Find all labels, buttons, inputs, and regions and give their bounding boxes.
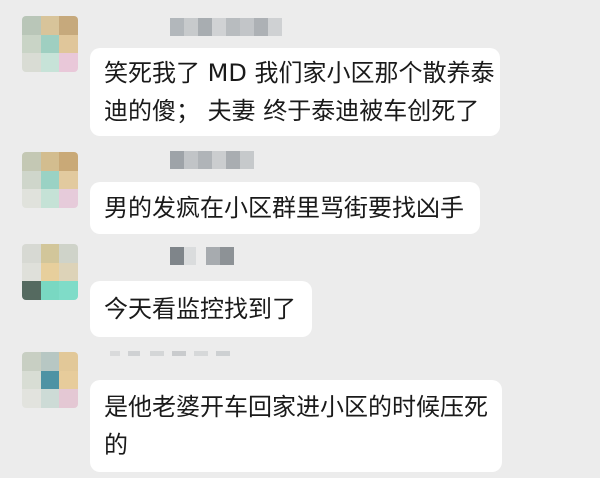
message-text: 是他老婆开车回家进小区的时候压死: [104, 393, 488, 421]
avatar[interactable]: [22, 16, 78, 72]
message-text: 笑死我了 MD 我们家小区那个散养泰: [104, 59, 495, 87]
message-bubble[interactable]: 是他老婆开车回家进小区的时候压死 的: [90, 380, 502, 472]
avatar[interactable]: [22, 152, 78, 208]
message-bubble[interactable]: 笑死我了 MD 我们家小区那个散养泰 迪的傻； 夫妻 终于泰迪被车创死了: [90, 48, 500, 136]
avatar[interactable]: [22, 352, 78, 408]
message-bubble[interactable]: 男的发疯在小区群里骂街要找凶手: [90, 182, 480, 234]
avatar[interactable]: [22, 244, 78, 300]
message-bubble[interactable]: 今天看监控找到了: [90, 281, 312, 337]
message-text: 的: [104, 431, 128, 459]
sender-name-pixelated: [170, 247, 244, 265]
sender-name-pixelated: [110, 351, 260, 361]
chat-window: 笑死我了 MD 我们家小区那个散养泰 迪的傻； 夫妻 终于泰迪被车创死了 男的发…: [0, 0, 600, 478]
message-text: 男的发疯在小区群里骂街要找凶手: [104, 194, 464, 222]
sender-name-pixelated: [170, 18, 290, 36]
message-text: 今天看监控找到了: [104, 295, 296, 323]
sender-name-pixelated: [170, 151, 262, 169]
message-text: 迪的傻； 夫妻 终于泰迪被车创死了: [104, 97, 480, 125]
